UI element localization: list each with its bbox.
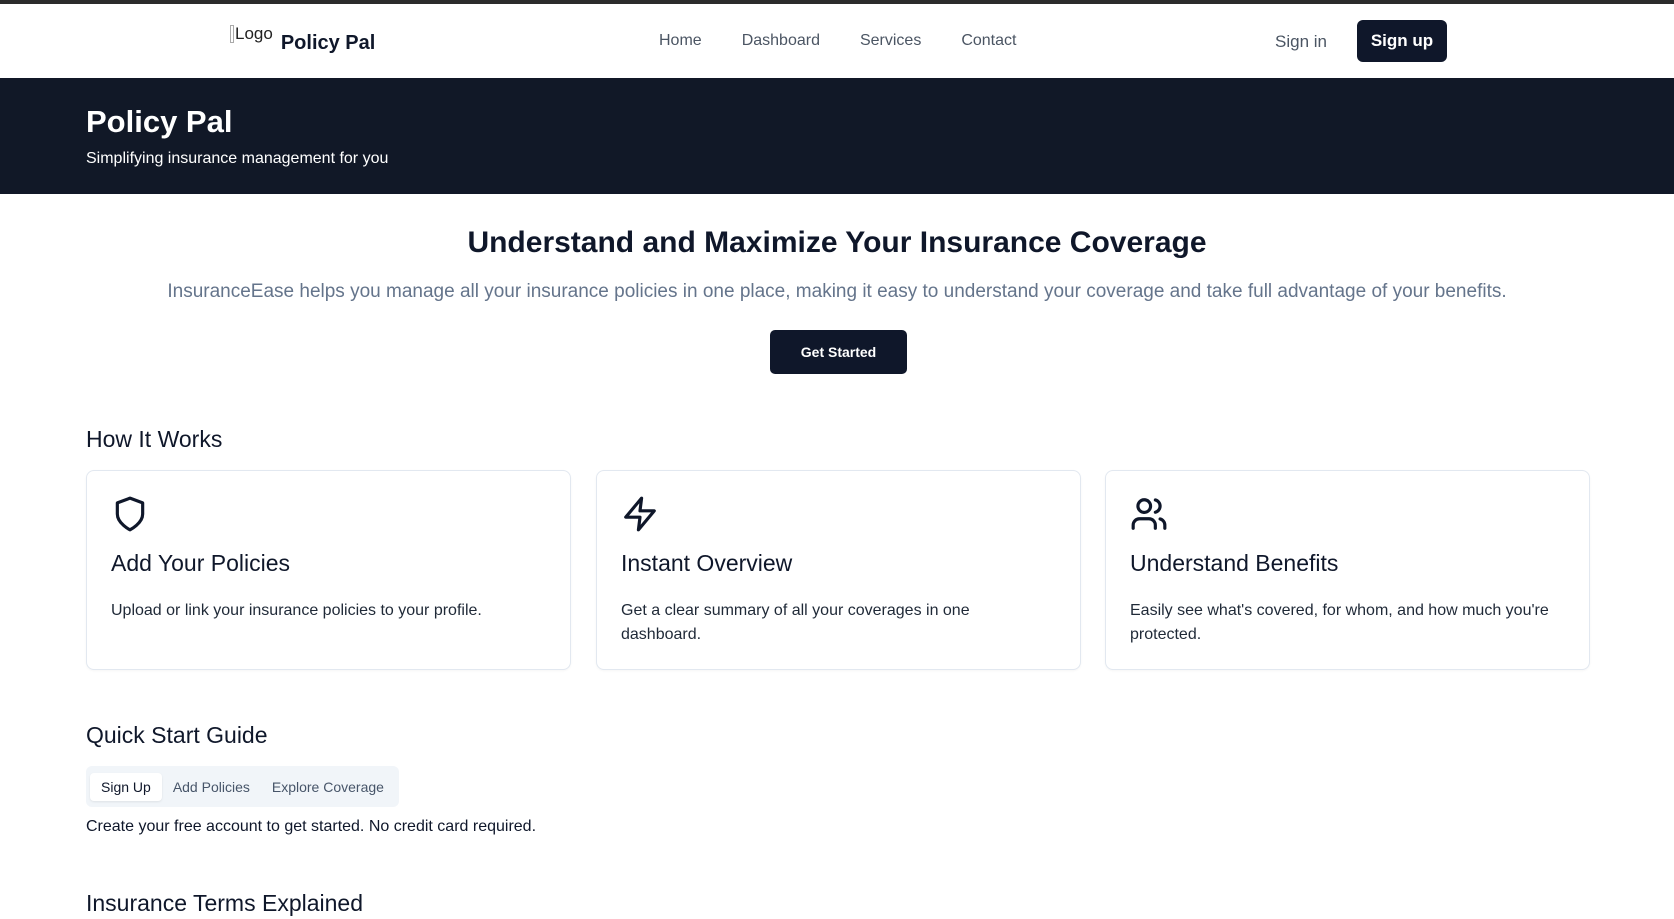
logo-alt-text: Logo [235,24,273,43]
quick-start-heading: Quick Start Guide [86,722,268,748]
sign-in-link[interactable]: Sign in [1275,32,1327,52]
banner-subtitle: Simplifying insurance management for you [86,150,389,167]
navbar: Logo Policy Pal Home Dashboard Services … [0,4,1674,78]
nav-link-services[interactable]: Services [860,32,921,50]
card-description: Easily see what's covered, for whom, and… [1130,602,1549,643]
shield-icon [115,496,145,532]
nav-link-home[interactable]: Home [659,32,702,50]
get-started-button[interactable]: Get Started [770,330,907,374]
card-description: Get a clear summary of all your coverage… [621,602,970,643]
tab-explore-coverage[interactable]: Explore Coverage [261,773,395,801]
hero-title: Understand and Maximize Your Insurance C… [467,226,1207,259]
users-icon [1131,498,1167,530]
tab-panel-text: Create your free account to get started.… [86,818,537,835]
hero-description: InsuranceEase helps you manage all your … [167,281,1507,302]
sign-up-button[interactable]: Sign up [1357,20,1447,62]
banner-title: Policy Pal [86,104,233,139]
feature-card-instant-overview: Instant Overview Get a clear summary of … [596,470,1081,670]
logo-image: Logo [230,24,273,44]
broken-image-icon [230,25,234,43]
nav-link-dashboard[interactable]: Dashboard [742,32,820,50]
card-description: Upload or link your insurance policies t… [111,602,482,619]
brand-name: Policy Pal [280,32,376,54]
tab-sign-up[interactable]: Sign Up [90,772,162,801]
tab-add-policies[interactable]: Add Policies [162,773,261,801]
card-title: Add Your Policies [111,550,291,576]
feature-card-add-policies: Add Your Policies Upload or link your in… [86,470,571,670]
insurance-terms-heading: Insurance Terms Explained [86,890,363,916]
main-nav: Home Dashboard Services Contact [659,32,1056,50]
card-title: Instant Overview [621,550,793,576]
how-it-works-heading: How It Works [86,426,223,452]
nav-link-contact[interactable]: Contact [961,32,1016,50]
card-title: Understand Benefits [1130,550,1339,576]
lightning-icon [624,496,656,532]
logo-link[interactable]: Logo Policy Pal [230,22,375,60]
header-banner: Policy Pal Simplifying insurance managem… [0,78,1674,194]
feature-card-understand-benefits: Understand Benefits Easily see what's co… [1105,470,1590,670]
quick-start-tabs: Sign Up Add Policies Explore Coverage [86,766,399,807]
